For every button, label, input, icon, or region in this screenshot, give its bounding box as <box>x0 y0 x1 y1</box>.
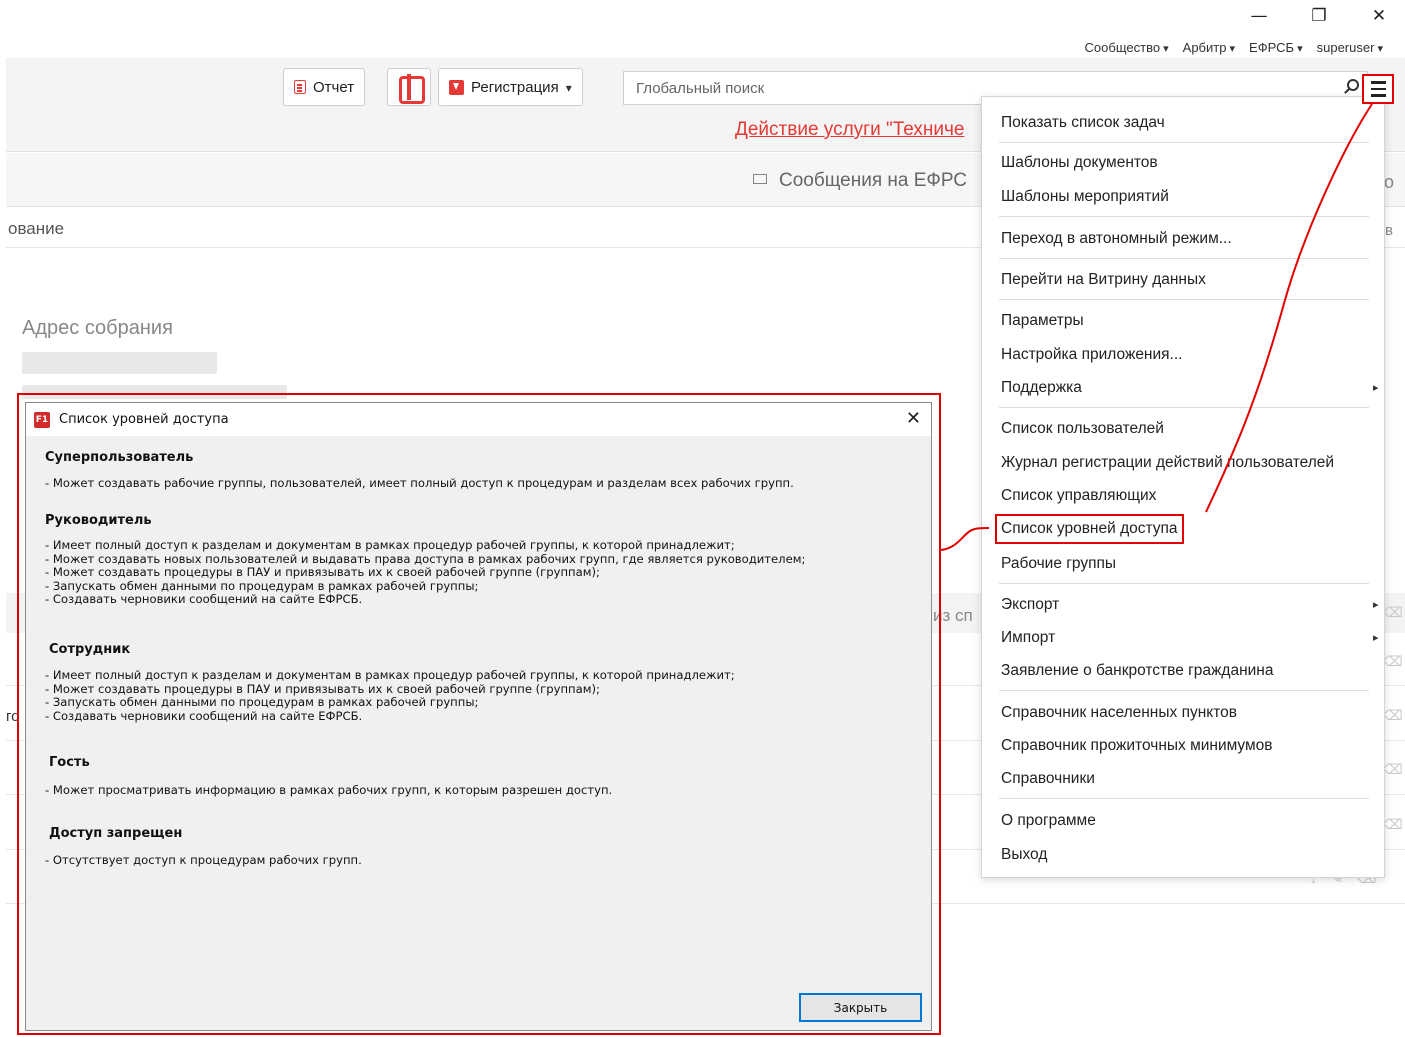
access-levels-dialog: F1 Список уровней доступа ✕ Суперпользов… <box>25 402 932 1031</box>
app-logo-icon: F1 <box>34 411 50 428</box>
dialog-title: Список уровней доступа <box>59 412 229 427</box>
main-menu-button[interactable] <box>1362 74 1394 104</box>
sync-button[interactable] <box>387 68 431 106</box>
envelope-icon <box>753 174 767 184</box>
user-menu[interactable]: superuser <box>1317 40 1383 55</box>
role-guest-title: Гость <box>49 755 90 770</box>
menu-item-data-showcase[interactable]: Перейти на Витрину данных <box>1001 271 1206 289</box>
menu-item-access-levels[interactable]: Список уровней доступа <box>995 514 1184 544</box>
menu-item-work-groups[interactable]: Рабочие группы <box>1001 555 1116 573</box>
trash-icon[interactable]: ⌫ <box>1383 761 1403 778</box>
menu-item-app-settings[interactable]: Настройка приложения... <box>1001 346 1182 364</box>
trash-icon[interactable]: ⌫ <box>1383 816 1403 833</box>
menu-item-event-templates[interactable]: Шаблоны мероприятий <box>1001 188 1169 206</box>
role-employee-desc: - Имеет полный доступ к разделам и докум… <box>45 668 735 723</box>
role-manager-desc: - Имеет полный доступ к разделам и докум… <box>45 538 806 607</box>
dialog-title-bar: F1 Список уровней доступа <box>26 403 931 436</box>
search-icon[interactable] <box>1347 79 1359 91</box>
menu-item-import[interactable]: Импорт <box>1001 629 1380 647</box>
menu-item-export[interactable]: Экспорт <box>1001 596 1380 614</box>
top-links: Сообщество Арбитр ЕФРСБ superuser <box>1085 40 1383 55</box>
role-denied-title: Доступ запрещен <box>49 826 183 841</box>
column-header: ование <box>8 219 65 238</box>
menu-item-managers-list[interactable]: Список управляющих <box>1001 487 1156 505</box>
menu-item-parameters[interactable]: Параметры <box>1001 312 1084 330</box>
close-window-button[interactable]: ✕ <box>1367 6 1391 26</box>
role-guest-desc: - Может просматривать информацию в рамка… <box>45 783 613 797</box>
registration-label: Регистрация <box>471 78 559 96</box>
hamburger-icon <box>1370 81 1386 84</box>
menu-item-settlements-directory[interactable]: Справочник населенных пунктов <box>1001 704 1237 722</box>
menu-item-offline-mode[interactable]: Переход в автономный режим... <box>1001 230 1232 248</box>
redacted-field <box>22 352 217 374</box>
trash-icon[interactable]: ⌫ <box>1383 604 1403 621</box>
menu-item-user-action-log[interactable]: Журнал регистрации действий пользователе… <box>1001 454 1334 472</box>
chevron-down-icon <box>566 79 572 96</box>
menu-item-bankruptcy-application[interactable]: Заявление о банкротстве гражданина <box>1001 662 1273 680</box>
role-manager-title: Руководитель <box>45 513 152 528</box>
efrsb-menu[interactable]: ЕФРСБ <box>1249 40 1303 55</box>
menu-item-exit[interactable]: Выход <box>1001 846 1047 864</box>
role-employee-title: Сотрудник <box>49 642 131 657</box>
menu-item-task-list[interactable]: Показать список задач <box>1001 114 1165 132</box>
service-notice-link[interactable]: Действие услуги "Техниче <box>735 119 965 141</box>
menu-item-living-wage-directory[interactable]: Справочник прожиточных минимумов <box>1001 737 1273 755</box>
role-superuser-desc: - Может создавать рабочие группы, пользо… <box>45 476 794 490</box>
menu-item-about[interactable]: О программе <box>1001 812 1096 830</box>
menu-item-document-templates[interactable]: Шаблоны документов <box>1001 154 1158 172</box>
report-label: Отчет <box>313 78 355 96</box>
minimize-button[interactable]: — <box>1247 6 1271 26</box>
report-icon <box>294 80 306 94</box>
menu-item-support[interactable]: Поддержка <box>1001 379 1378 397</box>
arbiter-menu[interactable]: Арбитр <box>1183 40 1235 55</box>
registration-button[interactable]: Регистрация <box>438 68 583 106</box>
close-button[interactable]: Закрыть <box>799 993 922 1022</box>
messages-tab[interactable]: Сообщения на ЕФРС <box>753 170 967 192</box>
download-icon <box>449 79 464 95</box>
trash-icon[interactable]: ⌫ <box>1383 653 1403 670</box>
community-menu[interactable]: Сообщество <box>1085 40 1169 55</box>
role-superuser-title: Суперпользователь <box>45 450 194 465</box>
main-menu-dropdown: Показать список задач Шаблоны документов… <box>981 96 1385 878</box>
menu-item-directories[interactable]: Справочники <box>1001 770 1095 788</box>
address-label: Адрес собрания <box>22 317 173 339</box>
menu-item-user-list[interactable]: Список пользователей <box>1001 420 1164 438</box>
role-denied-desc: - Отсутствует доступ к процедурам рабочи… <box>45 853 362 867</box>
column-fragment: в <box>1385 222 1393 239</box>
trash-icon[interactable]: ⌫ <box>1383 707 1403 724</box>
maximize-button[interactable]: ❐ <box>1307 6 1331 26</box>
close-icon[interactable]: ✕ <box>906 408 921 429</box>
report-button[interactable]: Отчет <box>283 68 366 106</box>
tab-fragment: о <box>1384 172 1395 192</box>
window-controls: — ❐ ✕ <box>1247 6 1391 26</box>
sync-icon <box>396 74 425 104</box>
